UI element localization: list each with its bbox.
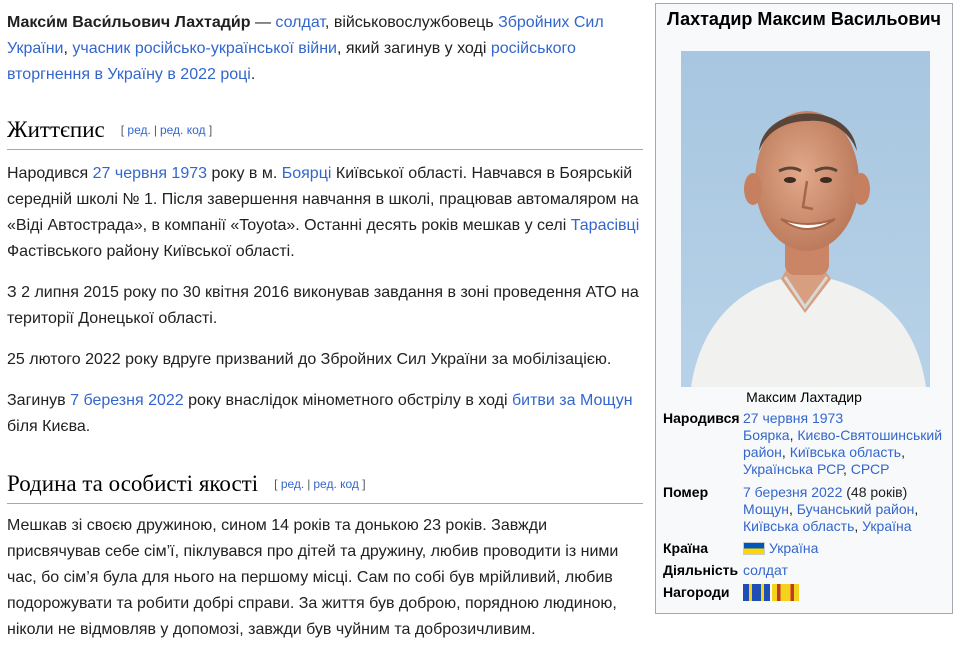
edit-links: [ ред. | ред. код ] — [120, 123, 213, 137]
link-bucha-district[interactable]: Бучанський район — [797, 501, 915, 517]
row-value: солдат — [743, 562, 948, 579]
infobox: Лахтадир Максим Васильович Максим Лахтад… — [655, 3, 953, 614]
link-battle-moshchun[interactable]: битви за Мощун — [512, 392, 633, 409]
portrait-photo[interactable] — [681, 51, 930, 387]
link-born-date[interactable]: 27 червня 1973 — [743, 410, 843, 426]
link-activity[interactable]: солдат — [743, 562, 788, 578]
link-kyiv-oblast[interactable]: Київська область — [743, 518, 854, 534]
edit-code-link[interactable]: ред. код — [313, 477, 359, 491]
biography-paragraph-3: 25 лютого 2022 року вдруге призваний до … — [7, 351, 612, 368]
award-ribbon-icon[interactable] — [772, 583, 799, 601]
infobox-row-activity: Діяльність солдат — [660, 562, 950, 582]
infobox-row-died: Помер 7 березня 2022 (48 років) Мощун, Бу… — [660, 484, 950, 538]
row-label: Діяльність — [663, 562, 739, 578]
ukraine-flag-icon — [743, 542, 765, 555]
infobox-row-country: Країна Україна — [660, 540, 950, 560]
link-moshchun[interactable]: Мощун — [743, 501, 789, 517]
link-country[interactable]: Україна — [769, 540, 818, 556]
row-label: Помер — [663, 484, 709, 500]
link-ussr[interactable]: СРСР — [851, 461, 890, 477]
subject-name: Макси́м Васи́льович Лахтади́р — [7, 14, 251, 31]
lead-paragraph: Макси́м Васи́льович Лахтади́р — солдат, … — [7, 14, 604, 83]
biography-paragraph-4: Загинув 7 березня 2022 року внаслідок мі… — [7, 392, 633, 435]
photo-caption: Максим Лахтадир — [746, 389, 862, 405]
row-label: Країна — [663, 540, 709, 556]
row-value: Україна — [743, 540, 948, 557]
section-title: Родина та особисті якості — [7, 471, 259, 496]
link-birth-date[interactable]: 27 червня 1973 — [93, 165, 207, 182]
award-ribbon-icon[interactable] — [743, 583, 770, 601]
family-paragraph: Мешкав зі своєю дружиною, сином 14 років… — [7, 517, 619, 638]
row-label: Народився — [663, 410, 740, 426]
row-value: 27 червня 1973 Боярка, Києво-Святошинськи… — [743, 410, 943, 477]
link-boyarka[interactable]: Боярка — [743, 427, 790, 443]
edit-link[interactable]: ред. — [281, 477, 304, 491]
link-ukr-ssr[interactable]: Українська РСР — [743, 461, 843, 477]
biography-paragraph-2: З 2 липня 2015 року по 30 квітня 2016 ви… — [7, 284, 639, 327]
link-tarasivka[interactable]: Тарасівці — [571, 217, 640, 234]
link-ukraine[interactable]: Україна — [862, 518, 911, 534]
edit-link[interactable]: ред. — [127, 123, 150, 137]
row-label: Нагороди — [663, 584, 730, 600]
section-heading-family: Родина та особисті якості [ ред. | ред. код… — [7, 469, 643, 504]
edit-code-link[interactable]: ред. код — [160, 123, 206, 137]
link-war[interactable]: учасник російсько-української війни — [72, 40, 337, 57]
link-kyiv-oblast[interactable]: Київська область — [790, 444, 901, 460]
row-value: 7 березня 2022 (48 років) Мощун, Бучанськ… — [743, 484, 919, 534]
link-soldier[interactable]: солдат — [275, 14, 325, 31]
biography-paragraph-1: Народився 27 червня 1973 року в м. Боярц… — [7, 165, 640, 260]
row-value — [743, 583, 948, 601]
section-title: Життєпис — [7, 117, 105, 142]
infobox-row-awards: Нагороди — [660, 583, 950, 606]
portrait-image — [681, 51, 930, 387]
edit-links: [ ред. | ред. код ] — [274, 477, 366, 491]
infobox-title: Лахтадир Максим Васильович — [667, 9, 941, 29]
infobox-row-born: Народився 27 червня 1973 Боярка, Києво-Св… — [660, 410, 950, 482]
link-death-date[interactable]: 7 березня 2022 — [70, 392, 184, 409]
link-boyarka[interactable]: Боярці — [282, 165, 332, 182]
link-death-date[interactable]: 7 березня 2022 — [743, 484, 842, 500]
section-heading-biography: Життєпис [ ред. | ред. код ] — [7, 115, 643, 150]
